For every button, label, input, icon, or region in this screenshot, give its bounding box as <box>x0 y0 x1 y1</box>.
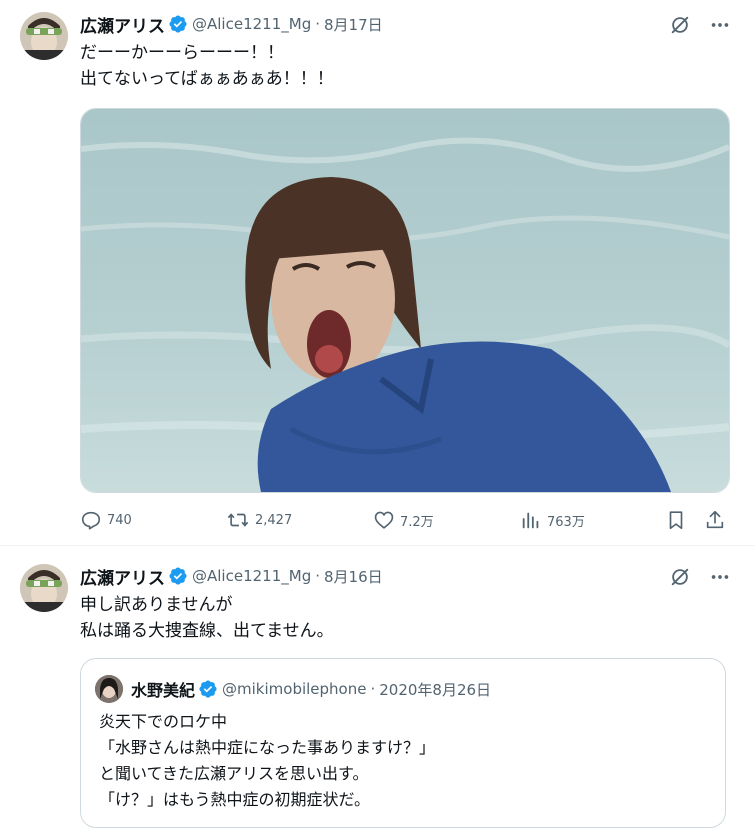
retweet-button[interactable]: 2,427 <box>226 506 292 534</box>
tweet-date[interactable]: 8月17日 <box>324 14 383 35</box>
tweet-photo[interactable] <box>80 108 730 493</box>
author-handle[interactable]: @Alice1211_Mg <box>192 567 311 585</box>
quoted-text-line: 「水野さんは熱中症になった事ありますけ？」 <box>99 738 436 757</box>
tweet-text-line: 私は踊る大捜査線、出てません。 <box>80 621 334 641</box>
verified-badge-icon <box>169 15 187 33</box>
tweet-text: 申し訳ありませんが 私は踊る大捜査線、出てません。 <box>80 592 334 644</box>
tweet-header: 広瀬アリス @Alice1211_Mg · 8月17日 <box>80 12 383 37</box>
quoted-author-avatar[interactable] <box>95 675 123 703</box>
views-chart-icon <box>522 512 539 529</box>
quoted-tweet-date[interactable]: 2020年8月26日 <box>379 679 491 700</box>
like-button[interactable]: 7.2万 <box>373 506 434 534</box>
retweet-icon <box>227 513 249 527</box>
author-avatar[interactable] <box>20 564 68 612</box>
tweet-actions: 740 2,427 7.2万 763万 <box>80 506 728 534</box>
verified-badge-icon <box>199 680 217 698</box>
separator-dot: · <box>315 15 320 33</box>
tweet-text: だーーかーーらーーー！！ 出てないってばぁぁあぁあ！！！ <box>80 40 334 92</box>
quoted-tweet-header: 水野美紀 @mikimobilephone · 2020年8月26日 <box>131 677 491 701</box>
tweet[interactable]: 広瀬アリス @Alice1211_Mg · 8月17日 だーーかーーらーーー！！… <box>0 0 755 546</box>
tweet-text-line: 申し訳ありませんが <box>80 595 233 615</box>
more-options-icon[interactable] <box>709 14 731 36</box>
quoted-text-line: 炎天下でのロケ中 <box>99 712 228 731</box>
tweet-text-line: 出てないってばぁぁあぁあ！！！ <box>80 69 334 89</box>
quoted-tweet-text: 炎天下でのロケ中 「水野さんは熱中症になった事ありますけ？」 と聞いてきた広瀬ア… <box>99 709 435 813</box>
quoted-tweet[interactable]: 水野美紀 @mikimobilephone · 2020年8月26日 炎天下での… <box>80 658 726 828</box>
separator-dot: · <box>370 680 376 698</box>
share-button[interactable] <box>704 506 731 534</box>
bookmark-icon <box>669 511 683 530</box>
views-button[interactable]: 763万 <box>520 506 585 534</box>
share-icon <box>706 510 724 529</box>
grok-icon[interactable] <box>669 566 691 588</box>
author-handle[interactable]: @Alice1211_Mg <box>192 15 311 33</box>
tweet-header: 広瀬アリス @Alice1211_Mg · 8月16日 <box>80 564 383 589</box>
retweet-count: 2,427 <box>255 512 293 528</box>
reply-icon <box>81 511 101 530</box>
separator-dot: · <box>315 567 320 585</box>
author-name[interactable]: 広瀬アリス <box>80 564 165 589</box>
author-avatar[interactable] <box>20 12 68 60</box>
like-count: 7.2万 <box>400 514 434 530</box>
quoted-text-line: と聞いてきた広瀬アリスを思い出す。 <box>99 764 369 783</box>
author-name[interactable]: 広瀬アリス <box>80 12 165 37</box>
reply-count: 740 <box>107 512 132 528</box>
tweet-text-line: だーーかーーらーーー！！ <box>80 43 284 63</box>
view-count: 763万 <box>547 514 585 530</box>
verified-badge-icon <box>169 567 187 585</box>
grok-icon[interactable] <box>669 14 691 36</box>
quoted-author-handle[interactable]: @mikimobilephone <box>222 680 366 698</box>
tweet-date[interactable]: 8月16日 <box>324 566 383 587</box>
reply-button[interactable]: 740 <box>80 506 132 534</box>
bookmark-button[interactable] <box>665 506 692 534</box>
quoted-text-line: 「け？」はもう熱中症の初期症状だ。 <box>99 790 371 809</box>
more-options-icon[interactable] <box>709 566 731 588</box>
tweet[interactable]: 広瀬アリス @Alice1211_Mg · 8月16日 申し訳ありませんが 私は… <box>0 546 755 828</box>
heart-icon <box>374 511 394 529</box>
quoted-author-name[interactable]: 水野美紀 <box>131 677 195 701</box>
